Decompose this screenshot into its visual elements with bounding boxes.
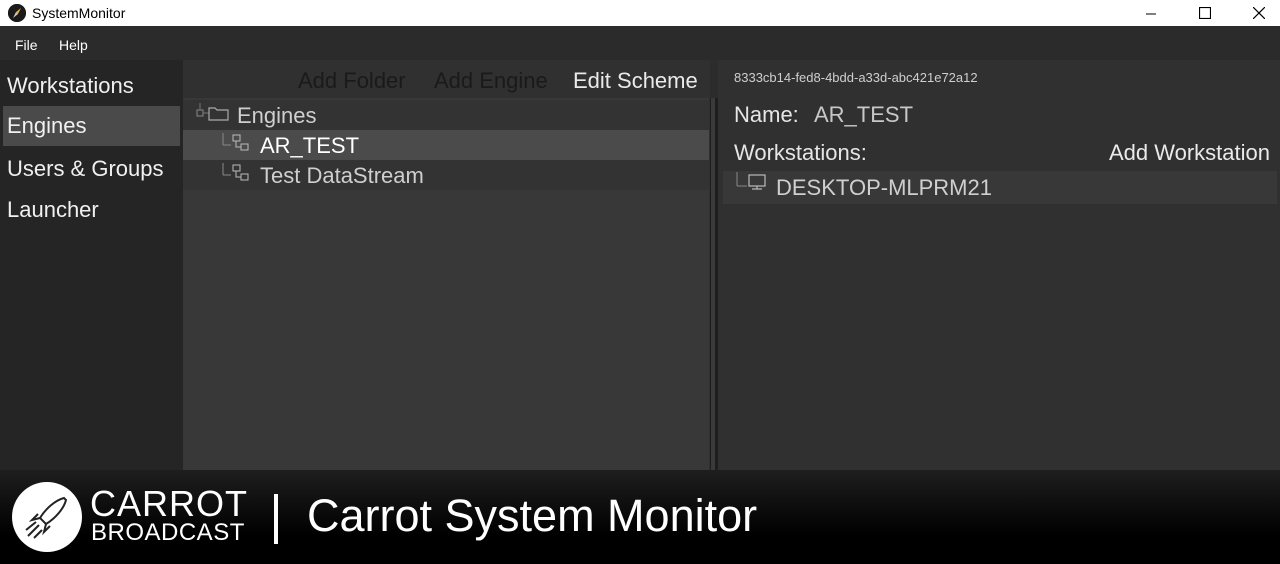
panel-splitter[interactable]	[710, 98, 718, 470]
minimize-icon	[1146, 13, 1156, 15]
add-workstation-button[interactable]: Add Workstation	[1109, 140, 1270, 166]
details-panel: 8333cb14-fed8-4bdd-a33d-abc421e72a12 Nam…	[718, 60, 1280, 470]
monitor-icon	[736, 172, 766, 190]
tree-item-label: Test DataStream	[260, 163, 424, 188]
rocket-logo-icon	[12, 482, 82, 552]
compass-icon	[8, 4, 26, 22]
menu-file[interactable]: File	[15, 37, 38, 53]
banner-title: Carrot System Monitor	[307, 490, 758, 541]
edit-scheme-button[interactable]: Edit Scheme	[573, 68, 698, 94]
workstation-name: DESKTOP-MLPRM21	[776, 175, 992, 200]
workstations-label: Workstations:	[734, 140, 867, 165]
sidebar-item-engines[interactable]: Engines	[3, 106, 180, 146]
splitter-handle[interactable]	[711, 98, 715, 470]
add-folder-button[interactable]: Add Folder	[298, 68, 406, 94]
sidebar-item-launcher[interactable]: Launcher	[3, 190, 180, 230]
engine-node-icon	[222, 133, 249, 151]
sidebar: Workstations Engines Users & Groups Laun…	[0, 60, 183, 470]
close-button[interactable]	[1236, 0, 1280, 26]
tree-root-label: Engines	[237, 103, 317, 128]
maximize-icon	[1199, 7, 1211, 19]
tree-root-engines[interactable]: Engines	[183, 100, 709, 130]
tree-item-test-datastream[interactable]: Test DataStream	[183, 160, 709, 190]
maximize-button[interactable]	[1182, 0, 1228, 26]
tree-item-ar-test[interactable]: AR_TEST	[183, 130, 709, 160]
brand-name-bottom: BROADCAST	[91, 519, 245, 546]
menu-help[interactable]: Help	[59, 37, 88, 53]
engine-node-icon	[222, 163, 249, 181]
engine-guid: 8333cb14-fed8-4bdd-a33d-abc421e72a12	[734, 70, 978, 85]
brand-name-top: CARROT	[90, 483, 248, 524]
title-bar: SystemMonitor	[0, 0, 1280, 26]
folder-icon	[196, 103, 229, 121]
brand-divider	[274, 494, 278, 544]
workstation-list: DESKTOP-MLPRM21	[723, 171, 1277, 204]
engine-tree: Engines AR_TEST Test DataStream	[183, 98, 709, 470]
add-engine-button[interactable]: Add Engine	[434, 68, 548, 94]
brand-banner: CARROT BROADCAST Carrot System Monitor	[0, 470, 1280, 564]
tree-item-label: AR_TEST	[260, 133, 360, 158]
name-value[interactable]: AR_TEST	[814, 102, 913, 128]
name-label: Name:	[734, 102, 799, 127]
engines-panel: Add Folder Add Engine Edit Scheme Engine…	[183, 60, 710, 470]
window-title: SystemMonitor	[32, 5, 126, 21]
minimize-button[interactable]	[1128, 0, 1174, 26]
menu-bar: File Help	[0, 30, 1280, 60]
list-item[interactable]: DESKTOP-MLPRM21	[723, 171, 1277, 204]
close-icon	[1253, 7, 1265, 19]
sidebar-item-workstations[interactable]: Workstations	[3, 66, 180, 106]
sidebar-item-users-groups[interactable]: Users & Groups	[3, 149, 180, 189]
